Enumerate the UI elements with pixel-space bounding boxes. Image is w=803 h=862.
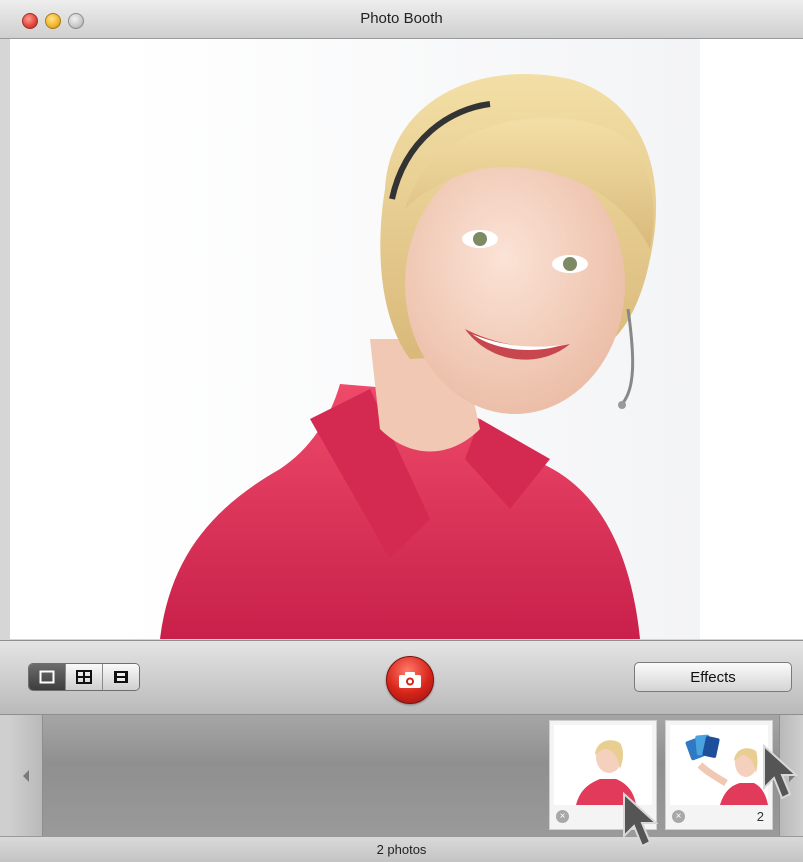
thumbnail-image bbox=[670, 725, 768, 805]
thumbnail-number: 2 bbox=[756, 809, 764, 824]
preview-photo bbox=[120, 39, 700, 639]
photo-booth-window: Photo Booth Effects × × 2 2 photos bbox=[0, 0, 803, 862]
single-photo-mode-button[interactable] bbox=[29, 664, 66, 690]
title-bar: Photo Booth bbox=[0, 0, 803, 39]
mouse-pointer-icon bbox=[763, 744, 799, 800]
single-frame-icon bbox=[39, 670, 55, 684]
window-title: Photo Booth bbox=[360, 10, 443, 27]
take-photo-button[interactable] bbox=[386, 656, 434, 704]
status-bar: 2 photos bbox=[0, 836, 803, 862]
film-strip-icon bbox=[114, 671, 128, 683]
scroll-left-button[interactable] bbox=[10, 715, 43, 837]
four-up-mode-button[interactable] bbox=[66, 664, 103, 690]
delete-photo-icon[interactable]: × bbox=[556, 810, 569, 823]
thumbnail-strip: × × 2 bbox=[43, 715, 779, 837]
camera-preview bbox=[10, 39, 803, 639]
photo-thumbnail[interactable]: × 2 bbox=[665, 720, 773, 830]
four-grid-icon bbox=[76, 670, 92, 684]
view-mode-selector bbox=[28, 663, 140, 691]
camera-icon bbox=[399, 672, 421, 688]
arrow-left-icon bbox=[23, 770, 29, 782]
movie-clip-mode-button[interactable] bbox=[103, 664, 139, 690]
effects-button[interactable]: Effects bbox=[634, 662, 792, 692]
photo-tray: × × 2 bbox=[0, 714, 803, 837]
delete-photo-icon[interactable]: × bbox=[672, 810, 685, 823]
control-bar: Effects bbox=[0, 640, 803, 715]
mouse-pointer-icon bbox=[623, 792, 659, 848]
